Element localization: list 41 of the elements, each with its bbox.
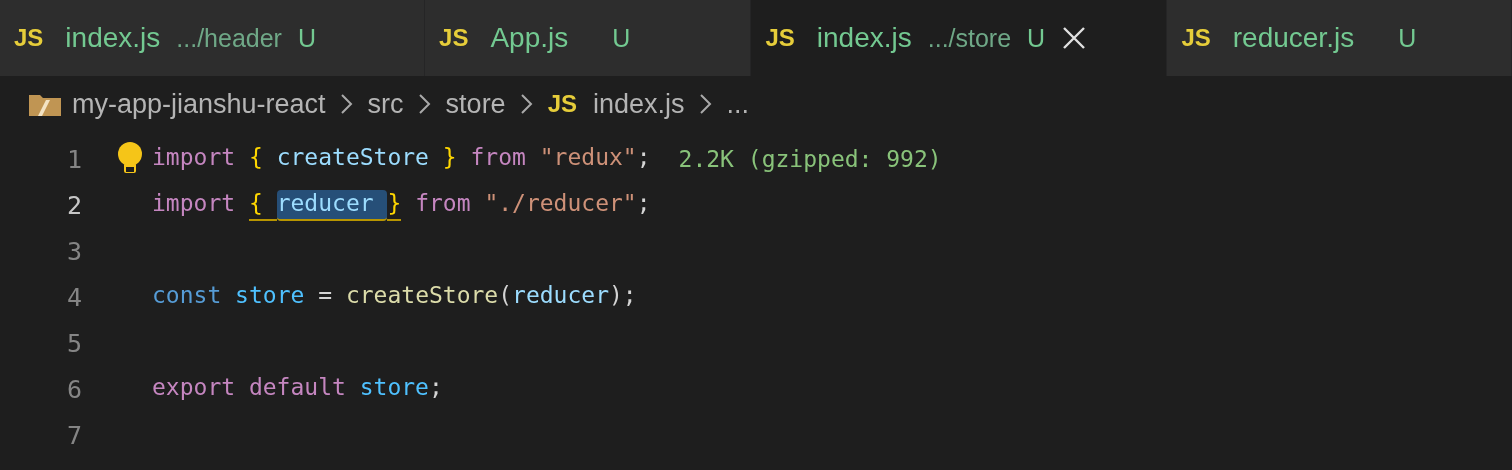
tab-path: .../store	[927, 23, 1012, 53]
status-letter: U	[1398, 23, 1417, 53]
status-letter: U	[1027, 23, 1046, 53]
js-file-icon: JS	[547, 90, 577, 118]
editor-tab[interactable]: JS reducer.js U	[1167, 0, 1512, 76]
breadcrumb-item[interactable]: index.js	[593, 88, 685, 120]
import-size-annotation: 2.2K (gzipped: 992)	[678, 146, 942, 172]
breadcrumb-item[interactable]: my-app-jianshu-react	[72, 88, 326, 120]
js-file-icon: JS	[439, 24, 469, 52]
chevron-icon	[417, 93, 432, 115]
code-line: const store = createStore(reducer);	[152, 280, 637, 310]
code-line: export default store;	[152, 372, 443, 402]
tab-path: .../header	[176, 23, 282, 53]
code-line: import { reducer } from "./reducer";	[152, 185, 651, 225]
editor-tab[interactable]: JS App.js U	[425, 0, 752, 76]
js-file-icon: JS	[1181, 24, 1211, 52]
line-number: 3	[65, 236, 82, 266]
chevron-icon	[698, 93, 713, 115]
line-number: 4	[65, 282, 82, 312]
line-number: 5	[65, 328, 82, 358]
line-number: 2	[65, 190, 82, 220]
close-icon[interactable]	[1061, 25, 1088, 51]
tab-filename: index.js	[816, 22, 912, 54]
js-file-icon: JS	[14, 24, 44, 52]
breadcrumb-item[interactable]: src	[367, 88, 404, 120]
tab-filename: reducer.js	[1232, 22, 1355, 54]
tab-filename: App.js	[490, 22, 569, 54]
breadcrumb-item[interactable]: store	[445, 88, 506, 120]
line-number: 7	[65, 420, 82, 450]
chevron-icon	[339, 93, 354, 115]
status-letter: U	[612, 23, 631, 53]
status-letter: U	[297, 23, 316, 53]
line-number: 6	[65, 374, 82, 404]
line-number: 1	[65, 144, 82, 174]
more-crumb[interactable]: ...	[726, 88, 750, 120]
tab-filename: index.js	[65, 22, 161, 54]
editor-tab[interactable]: JS index.js .../store U	[751, 0, 1168, 76]
code-line: import { createStore } from "redux";	[152, 142, 651, 172]
editor-tab[interactable]: JS index.js .../header U	[0, 0, 426, 76]
js-file-icon: JS	[765, 24, 795, 52]
chevron-icon	[519, 93, 534, 115]
